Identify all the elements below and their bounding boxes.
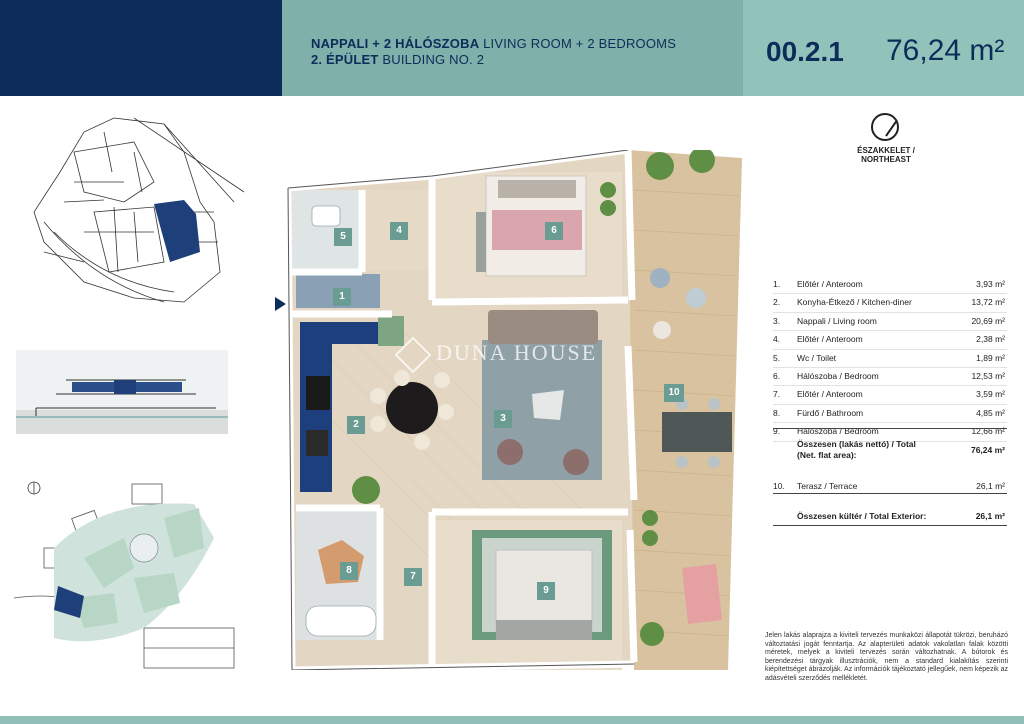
watermark-logo-icon bbox=[394, 336, 432, 374]
header-navy-block bbox=[0, 0, 282, 96]
row-room-area: 3,93 m² bbox=[976, 279, 1005, 289]
row-room-name: Előtér / Anteroom bbox=[797, 334, 863, 345]
terrace-row: 10. Terasz / Terrace 26,1 m² bbox=[773, 479, 1007, 494]
footer-bar bbox=[0, 716, 1024, 724]
section-key-plan bbox=[16, 350, 228, 434]
unit-code: 00.2.1 bbox=[766, 36, 844, 67]
row-room-name: Konyha-Étkező / Kitchen-diner bbox=[797, 297, 912, 308]
table-row: 7. Előtér / Anteroom 3,59 m² bbox=[773, 386, 1007, 405]
plan-label-10: 10 bbox=[664, 384, 684, 402]
row-number: 5. bbox=[773, 352, 781, 363]
plan-label-2: 2 bbox=[347, 416, 365, 434]
table-row: 5. Wc / Toilet 1,89 m² bbox=[773, 350, 1007, 368]
table-row: 6. Hálószoba / Bedroom 12,53 m² bbox=[773, 368, 1007, 387]
site-key-plan bbox=[14, 478, 246, 682]
total-exterior-value: 26,1 m² bbox=[975, 511, 1005, 521]
layout-title-hu: NAPPALI + 2 HÁLÓSZOBA bbox=[311, 36, 480, 51]
floor-key-plan bbox=[33, 117, 245, 303]
plan-label-8: 8 bbox=[340, 562, 358, 580]
row-room-name: Előtér / Anteroom bbox=[797, 389, 863, 400]
row-room-area: 4,85 m² bbox=[976, 407, 1005, 418]
table-row: 2. Konyha-Étkező / Kitchen-diner 13,72 m² bbox=[773, 294, 1007, 313]
table-row: 8. Fürdő / Bathroom 4,85 m² bbox=[773, 405, 1007, 424]
row-number: 7. bbox=[773, 389, 781, 400]
row-number: 4. bbox=[773, 334, 781, 345]
row-room-name: Hálószoba / Bedroom bbox=[797, 370, 879, 381]
header-building-line: 2. ÉPÜLET BUILDING NO. 2 bbox=[311, 52, 484, 67]
table-row: 4. Előtér / Anteroom 2,38 m² bbox=[773, 331, 1007, 350]
row-room-area: 13,72 m² bbox=[971, 297, 1005, 308]
plan-label-3: 3 bbox=[494, 410, 512, 428]
room-area-table: 1. Előtér / Anteroom 3,93 m² 2. Konyha-Étke… bbox=[773, 276, 1007, 442]
row-number: 3. bbox=[773, 315, 781, 326]
compass-label: ÉSZAKKELET / NORTHEAST bbox=[857, 146, 915, 164]
total-net-value: 76,24 m² bbox=[970, 445, 1005, 455]
watermark: DUNA HOUSE bbox=[394, 336, 640, 374]
plan-label-1: 1 bbox=[333, 288, 351, 306]
row-room-name: Előtér / Anteroom bbox=[797, 279, 863, 289]
compass-needle bbox=[885, 120, 898, 137]
plan-label-7: 7 bbox=[404, 568, 422, 586]
row-room-name: Fürdő / Bathroom bbox=[797, 407, 864, 418]
watermark-text: DUNA HOUSE bbox=[436, 340, 598, 365]
row-room-area: 2,38 m² bbox=[976, 334, 1005, 345]
row-room-area: 3,59 m² bbox=[976, 389, 1005, 400]
total-net-area: Összesen (lakás nettó) / Total (Net. fla… bbox=[773, 428, 1007, 460]
disclaimer-text: Jelen lakás alaprajza a kiviteli tervezé… bbox=[765, 632, 1008, 682]
total-exterior: Összesen kültér / Total Exterior: 26,1 m… bbox=[773, 511, 1007, 526]
plan-label-5: 5 bbox=[334, 228, 352, 246]
row-room-name: Nappali / Living room bbox=[797, 315, 877, 326]
layout-title-en: LIVING ROOM + 2 BEDROOMS bbox=[483, 36, 677, 51]
row-room-area: 1,89 m² bbox=[976, 352, 1005, 363]
row-room-name: Wc / Toilet bbox=[797, 352, 837, 363]
table-row: 1. Előtér / Anteroom 3,93 m² bbox=[773, 276, 1007, 295]
compass-icon bbox=[871, 113, 899, 141]
unit-area: 76,24 m² bbox=[886, 34, 1005, 67]
total-net-label: Összesen (lakás nettó) / Total (Net. fla… bbox=[797, 439, 916, 460]
row-number: 10. bbox=[773, 481, 785, 491]
plan-label-9: 9 bbox=[537, 582, 555, 600]
header-layout-line: NAPPALI + 2 HÁLÓSZOBA LIVING ROOM + 2 BE… bbox=[311, 36, 676, 51]
row-room-area: 12,53 m² bbox=[971, 370, 1005, 381]
plan-label-6: 6 bbox=[545, 222, 563, 240]
row-room-area: 20,69 m² bbox=[971, 315, 1005, 326]
row-number: 2. bbox=[773, 297, 781, 308]
row-number: 1. bbox=[773, 279, 781, 289]
total-exterior-label: Összesen kültér / Total Exterior: bbox=[797, 511, 927, 521]
row-number: 8. bbox=[773, 407, 781, 418]
row-number: 6. bbox=[773, 370, 781, 381]
row-room-name: Terasz / Terrace bbox=[797, 481, 858, 491]
building-title-hu: 2. ÉPÜLET bbox=[311, 52, 379, 67]
table-row: 3. Nappali / Living room 20,69 m² bbox=[773, 313, 1007, 332]
building-title-en: BUILDING NO. 2 bbox=[382, 52, 485, 67]
row-room-area: 26,1 m² bbox=[976, 481, 1005, 491]
plan-label-4: 4 bbox=[390, 222, 408, 240]
